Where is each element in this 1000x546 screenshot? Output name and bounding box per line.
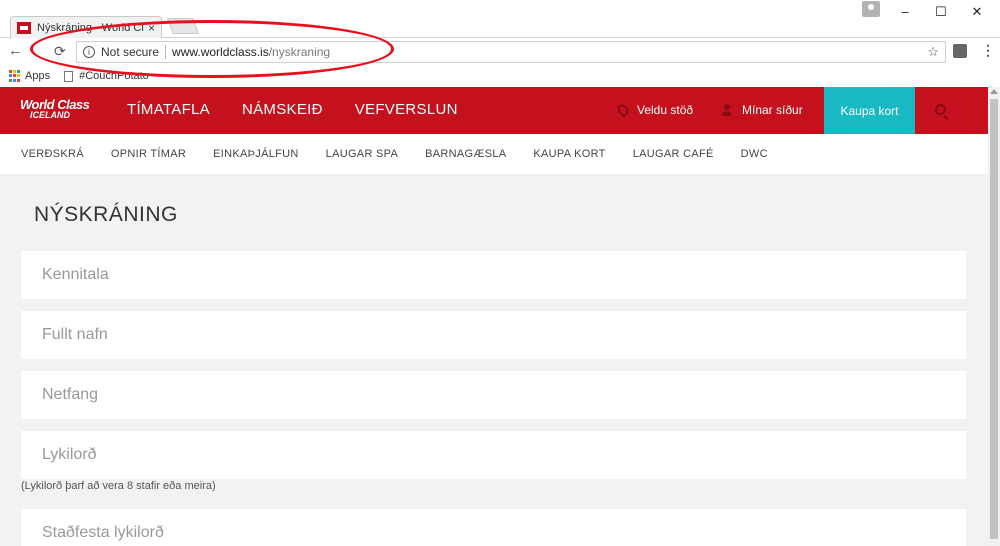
minimize-button[interactable]: – (895, 4, 915, 19)
sub-nav-verdskra[interactable]: VERÐSKRÁ (21, 148, 84, 160)
browser-tab[interactable]: Nýskráning - World Class × (10, 16, 162, 38)
tab-close-icon[interactable]: × (148, 21, 155, 35)
sub-nav-dwc[interactable]: DWC (741, 148, 768, 160)
sub-nav-einkathjalfun[interactable]: EINKAÞJÁLFUN (213, 148, 299, 160)
browser-title-bar: Nýskráning - World Class × – ☐ ✕ (0, 0, 1000, 38)
main-nav-vefverslun[interactable]: VEFVERSLUN (355, 101, 458, 118)
reload-icon[interactable]: ⟳ (54, 43, 66, 60)
page-title: NÝSKRÁNING (34, 203, 178, 226)
info-icon[interactable]: i (83, 46, 95, 58)
kennitala-field[interactable]: Kennitala (21, 251, 966, 299)
browser-toolbar: ← ⟳ i Not secure www.worldclass.is /nysk… (0, 38, 1000, 66)
page-icon (64, 70, 74, 82)
buy-card-button[interactable]: Kaupa kort (824, 87, 915, 134)
bookmarks-bar: Apps #CouchPotato (0, 66, 1000, 86)
full-name-placeholder: Fullt nafn (42, 326, 108, 343)
email-field[interactable]: Netfang (21, 371, 966, 419)
url-host[interactable]: www.worldclass.is (172, 45, 269, 59)
tab-title: Nýskráning - World Class (37, 21, 144, 34)
password-hint: (Lykilorð þarf að vera 8 stafir eða meir… (21, 480, 216, 492)
maximize-button[interactable]: ☐ (931, 4, 951, 20)
location-pin-icon (615, 102, 631, 118)
extension-icon[interactable] (953, 44, 967, 58)
sub-nav-barnagaesla[interactable]: BARNAGÆSLA (425, 148, 506, 160)
page-scrollbar[interactable] (988, 87, 1000, 546)
my-pages-label: Mínar síður (742, 103, 803, 117)
select-station-link[interactable]: Veldu stöð (615, 102, 694, 118)
confirm-password-placeholder: Staðfesta lykilorð (42, 524, 164, 541)
scroll-up-arrow-icon[interactable] (990, 89, 998, 94)
main-nav-timatafla[interactable]: TÍMATAFLA (127, 101, 210, 118)
world-class-logo[interactable]: World Class ICELAND (20, 98, 90, 121)
bookmark-apps[interactable]: Apps (25, 70, 50, 82)
back-arrow-icon[interactable]: ← (8, 42, 23, 59)
bookmark-couchpotato[interactable]: #CouchPotato (79, 70, 149, 82)
address-bar[interactable]: i Not secure www.worldclass.is /nyskrani… (76, 41, 946, 63)
browser-menu-icon[interactable]: ⋮ (981, 42, 995, 59)
search-icon[interactable] (935, 104, 946, 115)
email-placeholder: Netfang (42, 386, 99, 403)
world-class-favicon-icon (17, 21, 31, 34)
sub-nav-laugar-cafe[interactable]: LAUGAR CAFÉ (633, 148, 714, 160)
sub-nav-laugar-spa[interactable]: LAUGAR SPA (326, 148, 399, 160)
url-path[interactable]: /nyskraning (269, 45, 330, 59)
main-nav-namskeid[interactable]: NÁMSKEIÐ (242, 101, 323, 118)
password-placeholder: Lykilorð (42, 446, 97, 463)
kennitala-placeholder: Kennitala (42, 266, 109, 283)
omnibox-divider (165, 45, 167, 59)
bookmark-star-icon[interactable]: ☆ (927, 44, 939, 60)
my-pages-link[interactable]: Mínar síður (722, 103, 803, 117)
sub-nav-opnir-timar[interactable]: OPNIR TÍMAR (111, 148, 186, 160)
new-tab-button[interactable] (167, 18, 199, 34)
main-nav: TÍMATAFLA NÁMSKEIÐ VEFVERSLUN (127, 101, 458, 118)
profile-icon[interactable] (862, 1, 880, 17)
scroll-thumb[interactable] (990, 99, 998, 539)
full-name-field[interactable]: Fullt nafn (21, 311, 966, 359)
select-station-label: Veldu stöð (637, 103, 694, 117)
confirm-password-field[interactable]: Staðfesta lykilorð (21, 509, 966, 546)
apps-grid-icon[interactable] (9, 70, 21, 82)
close-window-button[interactable]: ✕ (967, 4, 987, 20)
user-icon (722, 104, 732, 116)
registration-content: NÝSKRÁNING Kennitala Fullt nafn Netfang … (0, 174, 988, 546)
sub-nav-kaupa-kort[interactable]: KAUPA KORT (533, 148, 605, 160)
site-header: World Class ICELAND TÍMATAFLA NÁMSKEIÐ V… (0, 87, 988, 134)
password-field[interactable]: Lykilorð (21, 431, 966, 479)
sub-nav: VERÐSKRÁ OPNIR TÍMAR EINKAÞJÁLFUN LAUGAR… (0, 134, 988, 174)
security-label[interactable]: Not secure (101, 45, 159, 59)
